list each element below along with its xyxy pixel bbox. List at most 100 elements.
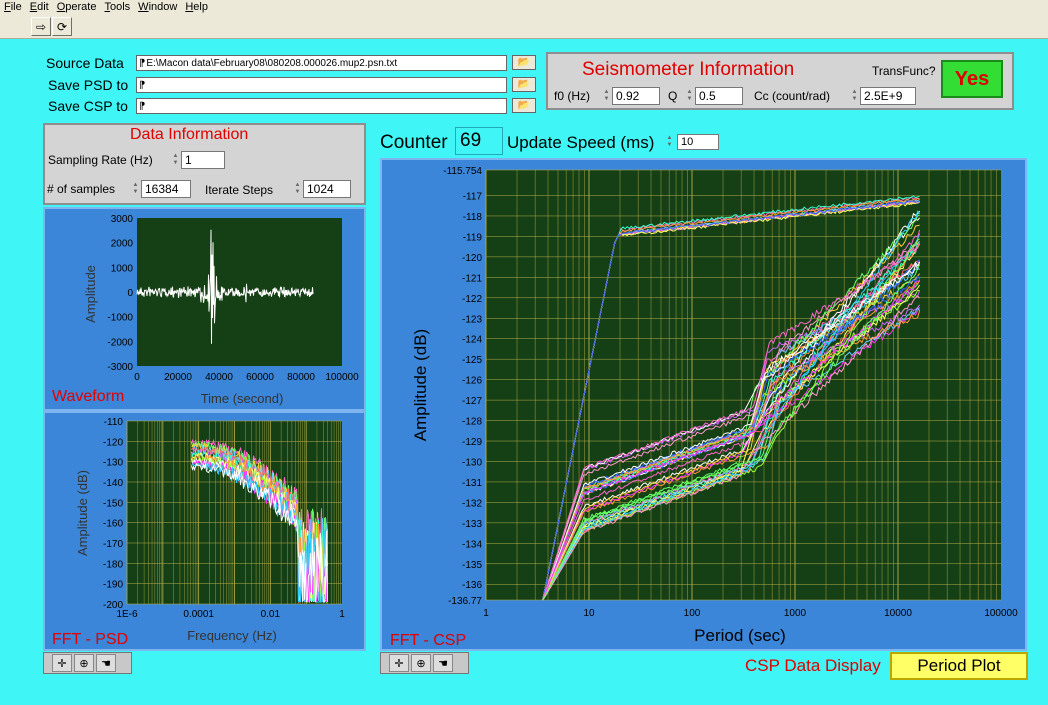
csp-xtick-label: 100 xyxy=(684,608,701,619)
csp-ytick-label: -136 xyxy=(462,580,482,591)
waveform-ytick-label: 1000 xyxy=(111,263,134,274)
toolbar: ⇨ ⟳ xyxy=(0,14,1048,39)
psd-graph-toolbar: ✛ ⊕ ☚ xyxy=(43,652,132,674)
waveform-ytick-label: 0 xyxy=(127,288,133,299)
save-csp-label: Save CSP to xyxy=(48,98,128,114)
csp-ytick-label: -128 xyxy=(462,417,482,428)
iterate-steps-spinner[interactable]: ▲ ▼ xyxy=(293,180,302,198)
source-data-label: Source Data xyxy=(46,55,124,71)
iterate-steps-label: Iterate Steps xyxy=(205,183,274,197)
save-psd-path[interactable]: ⁋ xyxy=(136,77,507,93)
q-label: Q xyxy=(668,89,678,103)
csp-xtick-label: 100000 xyxy=(984,608,1018,619)
update-speed-field[interactable]: 10 xyxy=(677,134,719,150)
psd-ylabel: Amplitude (dB) xyxy=(75,470,90,556)
run-arrow-icon[interactable]: ⇨ xyxy=(31,17,51,36)
csp-ytick-label: -126 xyxy=(462,376,482,387)
csp-xtick-label: 1000 xyxy=(784,608,807,619)
csp-ytick-label: -133 xyxy=(462,519,482,530)
menu-file[interactable]: File xyxy=(0,1,26,13)
psd-ytick-label: -180 xyxy=(103,559,123,570)
csp-ytick-label: -136.77 xyxy=(448,596,482,607)
psd-ytick-label: -130 xyxy=(103,458,123,469)
samples-label: # of samples xyxy=(47,182,116,196)
iterate-steps-field[interactable]: 1024 xyxy=(303,180,351,198)
cc-spinner[interactable]: ▲ ▼ xyxy=(850,87,859,105)
update-speed-spinner[interactable]: ▲ ▼ xyxy=(665,133,674,151)
menu-window[interactable]: Window xyxy=(134,1,181,13)
update-speed-label: Update Speed (ms) xyxy=(507,133,655,152)
samples-field[interactable]: 16384 xyxy=(141,180,191,198)
menu-operate[interactable]: Operate xyxy=(53,1,101,13)
psd-xtick-label: 0.0001 xyxy=(183,609,214,620)
sampling-rate-label: Sampling Rate (Hz) xyxy=(48,153,153,167)
zoom-icon[interactable]: ⊕ xyxy=(411,654,431,672)
csp-ytick-label: -118 xyxy=(463,212,483,223)
folder-open-icon: 📂 xyxy=(517,57,531,68)
save-csp-path[interactable]: ⁋ xyxy=(136,98,507,114)
source-browse-button[interactable]: 📂 xyxy=(512,55,536,70)
cc-label: Cc (count/rad) xyxy=(754,89,831,103)
data-info-title: Data Information xyxy=(130,126,249,143)
menu-help[interactable]: Help xyxy=(181,1,212,13)
waveform-ytick-label: 2000 xyxy=(111,239,134,250)
psd-xtick-label: 1E-6 xyxy=(116,609,138,620)
menu-edit[interactable]: Edit xyxy=(26,1,53,13)
q-spinner[interactable]: ▲ ▼ xyxy=(685,87,694,105)
csp-ytick-label: -129 xyxy=(462,437,482,448)
q-field[interactable]: 0.5 xyxy=(695,87,743,105)
psd-ytick-label: -190 xyxy=(103,580,123,591)
source-data-path[interactable]: ⁋ E:\Macon data\February08\080208.000026.… xyxy=(136,55,507,71)
csp-ytick-label: -123 xyxy=(462,314,482,325)
waveform-xtick-label: 20000 xyxy=(164,372,192,383)
waveform-xtick-label: 40000 xyxy=(205,372,233,383)
menu-bar: File Edit Operate Tools Window Help xyxy=(0,0,1048,14)
waveform-ytick-label: -3000 xyxy=(107,362,133,373)
counter-value: 69 xyxy=(455,127,503,155)
f0-spinner[interactable]: ▲ ▼ xyxy=(602,87,611,105)
csp-browse-button[interactable]: 📂 xyxy=(512,98,536,113)
waveform-ytick-label: -1000 xyxy=(107,313,133,324)
pan-hand-icon[interactable]: ☚ xyxy=(96,654,116,672)
csp-title: FFT - CSP xyxy=(390,632,466,649)
waveform-ylabel: Amplitude xyxy=(83,265,98,323)
csp-ytick-label: -125 xyxy=(462,355,482,366)
psd-ytick-label: -120 xyxy=(103,437,123,448)
csp-xlabel: Period (sec) xyxy=(694,626,786,645)
csp-xtick-label: 10000 xyxy=(884,608,912,619)
waveform-graph[interactable]: 3000 2000 1000 0 -1000 -2000 -3000 0 20000 40000… xyxy=(45,209,364,409)
cursor-cross-icon[interactable]: ✛ xyxy=(52,654,72,672)
csp-graph[interactable]: -115.754 -117 -118 -119 -120 -121 -122 -123 -124… xyxy=(382,160,1025,649)
csp-xtick-label: 1 xyxy=(483,608,489,619)
f0-field[interactable]: 0.92 xyxy=(612,87,660,105)
menu-tools[interactable]: Tools xyxy=(100,1,134,13)
transfunc-toggle[interactable]: Yes xyxy=(941,60,1003,98)
psd-ytick-label: -150 xyxy=(103,498,123,509)
psd-xlabel: Frequency (Hz) xyxy=(187,628,277,643)
zoom-icon[interactable]: ⊕ xyxy=(74,654,94,672)
seismometer-title: Seismometer Information xyxy=(582,59,795,80)
csp-ytick-label: -134 xyxy=(462,539,482,550)
psd-graph[interactable]: -110-120-130-140-150-160-170-180-190-200… xyxy=(45,413,364,649)
csp-ytick-label: -117 xyxy=(463,191,483,202)
path-icon: ⁋ xyxy=(139,57,146,69)
save-psd-label: Save PSD to xyxy=(48,77,129,93)
csp-ytick-label: -124 xyxy=(462,335,482,346)
csp-xtick-label: 10 xyxy=(583,608,595,619)
sampling-rate-field[interactable]: 1 xyxy=(181,151,225,169)
samples-spinner[interactable]: ▲ ▼ xyxy=(131,180,140,198)
transfunc-label: TransFunc? xyxy=(872,64,936,78)
psd-browse-button[interactable]: 📂 xyxy=(512,77,536,92)
cursor-cross-icon[interactable]: ✛ xyxy=(389,654,409,672)
cc-field[interactable]: 2.5E+9 xyxy=(860,87,916,105)
waveform-ytick-label: 3000 xyxy=(111,214,134,225)
sampling-rate-spinner[interactable]: ▲ ▼ xyxy=(171,151,180,169)
run-continuously-icon[interactable]: ⟳ xyxy=(52,17,72,36)
psd-xtick-label: 0.01 xyxy=(261,609,281,620)
folder-open-icon: 📂 xyxy=(517,100,531,111)
csp-display-selector[interactable]: Period Plot xyxy=(890,652,1028,680)
csp-graph-toolbar: ✛ ⊕ ☚ xyxy=(380,652,469,674)
csp-ytick-label: -131 xyxy=(462,478,482,489)
pan-hand-icon[interactable]: ☚ xyxy=(433,654,453,672)
csp-ytick-label: -119 xyxy=(463,232,483,243)
